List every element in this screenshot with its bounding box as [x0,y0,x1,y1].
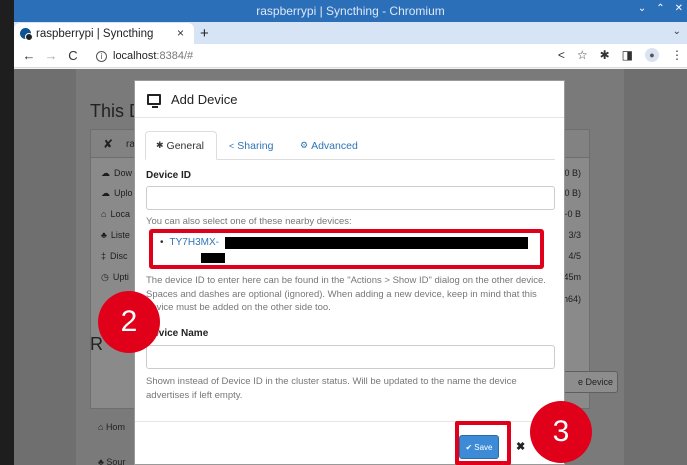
share-icon[interactable]: < [558,48,565,62]
desktop-edge [0,0,14,465]
cogs-icon: ⚙ [300,140,309,150]
toolbar-actions: < ☆ ✱ ◨ ● ⋮ [558,48,683,62]
sitemap-icon: ♣ [101,230,107,240]
save-button-highlight [455,421,511,465]
device-identicon-icon: ✘ [103,137,114,151]
stat-value: 3/3 [568,230,581,240]
tab-general[interactable]: ✱ General [145,131,217,160]
signpost-icon: ‡ [101,251,107,261]
browser-tab[interactable]: raspberrypi | Syncthing × [14,23,194,44]
device-name-input[interactable] [146,345,555,369]
stat-label: Disc [110,251,128,261]
home-icon: ⌂ [101,209,107,219]
extensions-puzzle-icon[interactable]: ✱ [600,48,610,62]
device-id-label: Device ID [146,170,192,181]
stat-value: 4/5 [568,251,581,261]
footer-link-label: Sour [106,457,126,465]
stat-label: Dow [114,168,133,178]
side-panel-icon[interactable]: ◨ [622,48,633,62]
add-remote-device-button[interactable]: e Device [562,371,618,393]
footer-link-label: Hom [105,422,125,432]
step-2-badge: 2 [98,291,160,353]
address-bar[interactable]: i localhost :8384/# [96,47,596,65]
tab-label: Sharing [237,139,274,152]
dialog-title: Add Device [171,91,238,107]
tab-strip: raspberrypi | Syncthing × + ⌄ [14,22,687,44]
window-titlebar: raspberrypi | Syncthing - Chromium ⌄ ⌃ ✕ [14,0,687,22]
footer-link-home[interactable]: ⌂ Hom [98,422,125,432]
stat-value: ~0 B [562,209,581,219]
tab-advanced[interactable]: ⚙ Advanced [300,131,358,160]
tab-close-icon[interactable]: × [177,26,184,40]
browser-menu-icon[interactable]: ⋮ [671,48,683,62]
new-tab-plus-icon[interactable]: + [200,25,209,42]
footer-link-source[interactable]: ♣ Sour [98,457,125,465]
share-icon: < [229,140,235,151]
stat-label: Uplo [114,188,133,198]
site-info-icon[interactable]: i [96,50,107,62]
close-dialog-icon[interactable]: ✖ [516,440,525,453]
bookmark-star-icon[interactable]: ☆ [577,48,588,62]
tab-search-chevron-icon[interactable]: ⌄ [673,26,681,37]
desktop-icon [147,93,161,108]
stat-label: Upti [112,272,129,282]
device-name-help: Shown instead of Device ID in the cluste… [146,376,517,401]
tab-label: Advanced [311,139,358,152]
tab-sharing[interactable]: < Sharing [229,131,273,160]
url-host: localhost [113,50,157,62]
window-controls: ⌄ ⌃ ✕ [638,3,683,14]
stat-value: 45m [563,272,581,282]
dialog-tabs: ✱ General < Sharing ⚙ Advanced [145,131,555,160]
cloud-download-icon: ☁ [101,168,110,178]
cog-icon: ✱ [156,140,164,150]
close-window-icon[interactable]: ✕ [675,3,683,14]
device-id-input[interactable] [146,186,555,210]
stat-label: Loca [110,209,130,219]
browser-toolbar: ← → C i localhost :8384/# < ☆ ✱ ◨ ● ⋮ [14,44,687,68]
maximize-icon[interactable]: ⌃ [656,3,664,14]
syncthing-favicon-icon [20,28,33,41]
dialog-header: Add Device [135,81,564,118]
nearby-devices-hint: You can also select one of these nearby … [146,216,352,227]
minimize-icon[interactable]: ⌄ [638,3,646,14]
back-arrow-icon[interactable]: ← [20,48,38,63]
tab-label: General [166,139,204,152]
profile-avatar-icon[interactable]: ● [645,48,659,62]
add-device-dialog: Add Device ✱ General < Sharing ⚙ Advance… [134,80,565,465]
step-3-badge: 3 [530,401,592,463]
nearby-device-highlight [149,229,544,269]
home-icon: ⌂ [98,422,106,432]
tab-title: raspberrypi | Syncthing [36,27,154,40]
reload-icon[interactable]: C [64,48,82,63]
window-title: raspberrypi | Syncthing - Chromium [256,4,445,18]
stat-label: Liste [110,230,130,240]
url-path: :8384/# [156,50,194,62]
device-id-help: The device ID to enter here can be found… [146,275,546,313]
clock-icon: ◷ [101,272,109,282]
cloud-upload-icon: ☁ [101,188,110,198]
forward-arrow-icon[interactable]: → [42,48,60,63]
